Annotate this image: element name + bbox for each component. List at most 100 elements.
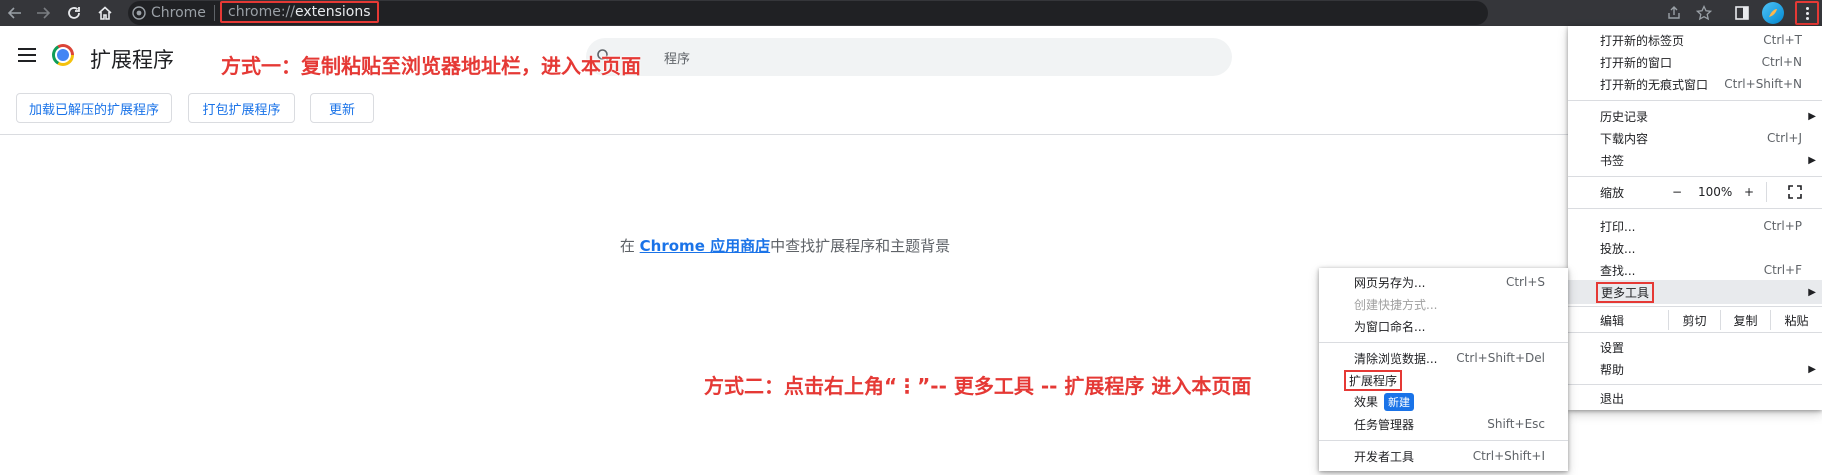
menu-item-cast[interactable]: 投放... [1568, 238, 1822, 258]
new-badge: 新建 [1384, 393, 1415, 411]
share-icon[interactable] [1664, 3, 1684, 23]
history-label: 历史记录 [1600, 109, 1649, 124]
url-scheme: chrome:// [228, 4, 295, 20]
submenu-item-clear-data[interactable]: 清除浏览数据... Ctrl+Shift+Del [1319, 348, 1568, 368]
paste-button[interactable]: 粘贴 [1770, 310, 1822, 330]
new-window-label: 打开新的窗口 [1600, 55, 1673, 70]
chevron-right-icon: ▶ [1808, 286, 1816, 298]
chrome-chip-label: Chrome [151, 5, 206, 21]
cut-button[interactable]: 剪切 [1668, 310, 1720, 330]
chevron-right-icon: ▶ [1808, 110, 1816, 122]
update-button[interactable]: 更新 [310, 93, 374, 123]
menu-divider [1568, 100, 1822, 101]
empty-suffix: 中查找扩展程序和主题背景 [770, 237, 951, 255]
find-shortcut: Ctrl+F [1763, 263, 1802, 277]
menu-item-find[interactable]: 查找... Ctrl+F [1568, 260, 1822, 280]
chrome-chip[interactable]: Chrome [132, 3, 206, 23]
reload-icon[interactable] [61, 0, 87, 26]
submenu-item-extensions[interactable]: 扩展程序 [1319, 369, 1568, 391]
new-tab-shortcut: Ctrl+T [1763, 33, 1802, 47]
menu-item-print[interactable]: 打印... Ctrl+P [1568, 216, 1822, 236]
create-shortcut-label: 创建快捷方式... [1354, 297, 1438, 312]
address-bar-url[interactable]: chrome://extensions [220, 1, 379, 23]
menu-item-incognito[interactable]: 打开新的无痕式窗口 Ctrl+Shift+N [1568, 74, 1822, 94]
menu-divider [1568, 306, 1822, 307]
side-panel-icon[interactable] [1732, 3, 1752, 23]
find-label: 查找... [1600, 263, 1636, 278]
back-icon[interactable] [2, 0, 28, 26]
print-shortcut: Ctrl+P [1763, 219, 1802, 233]
save-page-label: 网页另存为... [1354, 275, 1426, 290]
chrome-main-menu: 打开新的标签页 Ctrl+T 打开新的窗口 Ctrl+N 打开新的无痕式窗口 C… [1568, 26, 1822, 410]
hamburger-icon[interactable] [18, 48, 36, 62]
menu-item-settings[interactable]: 设置 [1568, 337, 1822, 357]
header-divider [0, 134, 1822, 135]
menu-divider [1319, 440, 1568, 441]
downloads-label: 下载内容 [1600, 131, 1649, 146]
zoom-out-button[interactable]: − [1672, 185, 1682, 199]
dev-tools-label: 开发者工具 [1354, 449, 1415, 464]
empty-prefix: 在 [619, 237, 635, 255]
browser-toolbar: Chrome chrome://extensions [0, 0, 1822, 26]
menu-item-bookmarks[interactable]: 书签 ▶ [1568, 150, 1822, 170]
menu-item-new-tab[interactable]: 打开新的标签页 Ctrl+T [1568, 30, 1822, 50]
chrome-logo-icon [52, 44, 74, 66]
menu-item-history[interactable]: 历史记录 ▶ [1568, 106, 1822, 126]
submenu-item-name-window[interactable]: 为窗口命名... [1319, 316, 1568, 336]
submenu-item-task-manager[interactable]: 任务管理器 Shift+Esc [1319, 414, 1568, 434]
menu-item-downloads[interactable]: 下载内容 Ctrl+J [1568, 128, 1822, 148]
clear-data-label: 清除浏览数据... [1354, 351, 1438, 366]
task-manager-label: 任务管理器 [1354, 417, 1415, 432]
more-tools-submenu: 网页另存为... Ctrl+S 创建快捷方式... 为窗口命名... 清除浏览数… [1319, 268, 1568, 471]
submenu-item-dev-tools[interactable]: 开发者工具 Ctrl+Shift+I [1319, 446, 1568, 466]
fullscreen-icon[interactable] [1766, 182, 1822, 202]
web-store-link[interactable]: Chrome 应用商店 [640, 237, 770, 255]
menu-divider [1568, 384, 1822, 385]
cast-label: 投放... [1600, 241, 1636, 256]
zoom-in-button[interactable]: + [1744, 185, 1754, 199]
help-label: 帮助 [1600, 362, 1625, 377]
chrome-page-icon [132, 6, 146, 20]
menu-item-help[interactable]: 帮助 ▶ [1568, 359, 1822, 379]
bookmarks-label: 书签 [1600, 153, 1625, 168]
dev-tools-shortcut: Ctrl+Shift+I [1472, 449, 1545, 463]
menu-divider [1568, 176, 1822, 177]
settings-label: 设置 [1600, 340, 1625, 355]
menu-divider [1319, 342, 1568, 343]
menu-item-edit: 编辑 剪切 复制 粘贴 [1568, 310, 1822, 330]
menu-item-new-window[interactable]: 打开新的窗口 Ctrl+N [1568, 52, 1822, 72]
print-label: 打印... [1600, 219, 1636, 234]
copy-button[interactable]: 复制 [1720, 310, 1770, 330]
menu-item-more-tools[interactable]: 更多工具 ▶ [1568, 280, 1822, 304]
forward-icon[interactable] [30, 0, 56, 26]
chevron-right-icon: ▶ [1808, 363, 1816, 375]
pack-extension-button[interactable]: 打包扩展程序 [188, 93, 295, 123]
more-vert-icon[interactable] [1795, 1, 1819, 25]
avatar-icon[interactable] [1762, 2, 1784, 24]
home-icon[interactable] [92, 0, 118, 26]
task-manager-shortcut: Shift+Esc [1487, 417, 1545, 431]
star-icon[interactable] [1694, 3, 1714, 23]
annotation-method-one: 方式一：复制粘贴至浏览器地址栏，进入本页面 [221, 54, 641, 78]
save-page-shortcut: Ctrl+S [1505, 275, 1545, 289]
new-tab-label: 打开新的标签页 [1600, 33, 1685, 48]
downloads-shortcut: Ctrl+J [1767, 131, 1802, 145]
page-title: 扩展程序 [90, 48, 174, 72]
submenu-item-create-shortcut: 创建快捷方式... [1319, 294, 1568, 314]
menu-divider [1568, 208, 1822, 209]
extensions-label: 扩展程序 [1344, 369, 1403, 391]
zoom-label: 缩放 [1600, 185, 1625, 200]
incognito-shortcut: Ctrl+Shift+N [1724, 77, 1802, 91]
annotation-method-two: 方式二：点击右上角“⋮”-- 更多工具 -- 扩展程序 进入本页面 [704, 374, 1252, 398]
empty-state-message: 在 Chrome 应用商店中查找扩展程序和主题背景 [0, 235, 1570, 256]
load-unpacked-button[interactable]: 加载已解压的扩展程序 [16, 93, 172, 123]
chip-separator [214, 5, 215, 21]
submenu-item-effects[interactable]: 效果 新建 [1319, 392, 1568, 412]
chevron-right-icon: ▶ [1808, 154, 1816, 166]
zoom-value: 100% [1698, 185, 1733, 199]
name-window-label: 为窗口命名... [1354, 319, 1426, 334]
menu-item-exit[interactable]: 退出 [1568, 388, 1822, 408]
clear-data-shortcut: Ctrl+Shift+Del [1456, 351, 1545, 365]
submenu-item-save-page[interactable]: 网页另存为... Ctrl+S [1319, 272, 1568, 292]
effects-label: 效果 [1354, 395, 1379, 409]
